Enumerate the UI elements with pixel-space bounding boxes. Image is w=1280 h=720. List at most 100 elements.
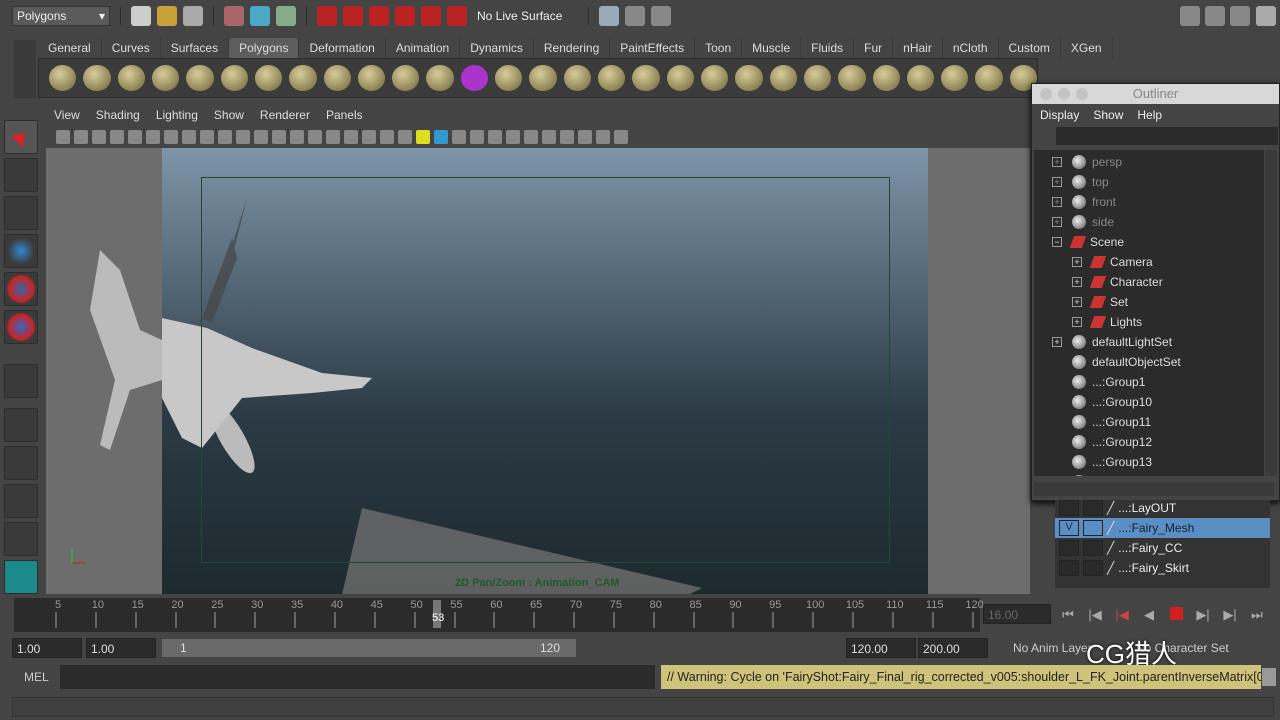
tab-curves[interactable]: Curves: [102, 38, 161, 58]
viewport-toolbar-icon[interactable]: [398, 130, 412, 144]
shelf-tool-icon[interactable]: [838, 65, 866, 91]
outliner-menu-show[interactable]: Show: [1093, 108, 1123, 122]
outliner-item[interactable]: ...:Group1: [1034, 372, 1264, 392]
tab-polygons[interactable]: Polygons: [229, 38, 300, 58]
viewport-toolbar-icon[interactable]: [434, 130, 448, 144]
layer-row[interactable]: ╱ ...:Fairy_Skirt: [1055, 558, 1270, 578]
shelf-tool-icon[interactable]: [769, 65, 797, 91]
attribute-editor-icon[interactable]: [1205, 6, 1225, 26]
viewport-toolbar-icon[interactable]: [56, 130, 70, 144]
layer-visibility-toggle[interactable]: V: [1059, 520, 1079, 536]
shelf-menu-button[interactable]: [14, 40, 36, 98]
make-live-icon[interactable]: [421, 6, 441, 26]
command-input[interactable]: [60, 665, 655, 689]
viewport-toolbar-icon[interactable]: [380, 130, 394, 144]
tab-animation[interactable]: Animation: [386, 38, 461, 58]
shelf-tool-icon[interactable]: [426, 65, 454, 91]
snap-point-icon[interactable]: [369, 6, 389, 26]
tab-nhair[interactable]: nHair: [893, 38, 943, 58]
viewport-toolbar-icon[interactable]: [452, 130, 466, 144]
shelf-tool-icon[interactable]: [357, 65, 386, 91]
viewport-menu-renderer[interactable]: Renderer: [260, 108, 310, 122]
viewport-toolbar-icon[interactable]: [182, 130, 196, 144]
outliner-item[interactable]: + defaultLightSet: [1034, 332, 1264, 352]
viewport-toolbar-icon[interactable]: [488, 130, 502, 144]
expand-toggle-icon[interactable]: +: [1052, 197, 1062, 207]
render-icon[interactable]: [599, 6, 620, 26]
viewport-toolbar-icon[interactable]: [146, 130, 160, 144]
tab-dynamics[interactable]: Dynamics: [460, 38, 534, 58]
layer-row[interactable]: ╱ ...:Fairy_CC: [1055, 538, 1270, 558]
layer-row[interactable]: ╱ ...:LayOUT: [1055, 498, 1270, 518]
shelf-tool-icon[interactable]: [220, 65, 248, 91]
paint-select-tool-icon[interactable]: [4, 196, 38, 230]
move-tool-icon[interactable]: [4, 234, 38, 268]
viewport-toolbar-icon[interactable]: [596, 130, 610, 144]
current-time-field[interactable]: 16.00: [983, 604, 1051, 624]
tab-fur[interactable]: Fur: [854, 38, 894, 58]
viewport-menu-lighting[interactable]: Lighting: [156, 108, 198, 122]
viewport-menu-panels[interactable]: Panels: [326, 108, 363, 122]
shelf-tool-icon[interactable]: [975, 65, 1003, 91]
viewport-toolbar-icon[interactable]: [236, 130, 250, 144]
step-forward-frame-button[interactable]: ▶|: [1193, 607, 1213, 623]
select-object-icon[interactable]: [250, 6, 270, 26]
viewport-toolbar-icon[interactable]: [506, 130, 520, 144]
tab-custom[interactable]: Custom: [999, 38, 1061, 58]
expand-toggle-icon[interactable]: +: [1052, 177, 1062, 187]
outliner-item[interactable]: + Lights: [1034, 312, 1264, 332]
tab-fluids[interactable]: Fluids: [801, 38, 855, 58]
outliner-item[interactable]: ...:Group14: [1034, 472, 1264, 476]
outliner-search-input[interactable]: [1056, 127, 1278, 145]
anim-layer-dropdown[interactable]: No Anim Layer: [1013, 641, 1092, 655]
viewport-toolbar-icon[interactable]: [74, 130, 88, 144]
outliner-menu-display[interactable]: Display: [1040, 108, 1079, 122]
channel-box-icon[interactable]: [1180, 6, 1200, 26]
shelf-tool-icon[interactable]: [529, 65, 557, 91]
viewport-toolbar-icon[interactable]: [416, 130, 430, 144]
viewport-toolbar-icon[interactable]: [254, 130, 268, 144]
last-tool-icon[interactable]: [4, 364, 38, 398]
tab-rendering[interactable]: Rendering: [534, 38, 611, 58]
outliner-item[interactable]: defaultObjectSet: [1034, 352, 1264, 372]
viewport-toolbar-icon[interactable]: [362, 130, 376, 144]
expand-toggle-icon[interactable]: +: [1072, 257, 1082, 267]
layer-visibility-toggle[interactable]: [1059, 500, 1079, 516]
save-icon[interactable]: [183, 6, 203, 26]
scale-tool-icon[interactable]: [4, 310, 38, 344]
viewport-toolbar-icon[interactable]: [92, 130, 106, 144]
shelf-tool-icon[interactable]: [872, 65, 900, 91]
layer-row[interactable]: V ╱ ...:Fairy_Mesh: [1055, 518, 1270, 538]
open-folder-icon[interactable]: [157, 6, 177, 26]
tab-surfaces[interactable]: Surfaces: [161, 38, 230, 58]
tool-settings-icon[interactable]: [1230, 6, 1250, 26]
outliner-item[interactable]: + Camera: [1034, 252, 1264, 272]
viewport-toolbar-icon[interactable]: [542, 130, 556, 144]
shelf-tool-icon[interactable]: [666, 65, 694, 91]
new-scene-icon[interactable]: [131, 6, 151, 26]
single-perspective-layout-icon[interactable]: [4, 408, 38, 442]
tab-muscle[interactable]: Muscle: [742, 38, 802, 58]
outliner-item[interactable]: + front: [1034, 192, 1264, 212]
viewport-toolbar-icon[interactable]: [326, 130, 340, 144]
ipr-render-icon[interactable]: [625, 6, 646, 26]
render-settings-icon[interactable]: [651, 6, 672, 26]
step-back-frame-button[interactable]: |◀: [1112, 607, 1132, 623]
layer-type-toggle[interactable]: [1083, 540, 1103, 556]
select-hierarchy-icon[interactable]: [224, 6, 244, 26]
play-backward-button[interactable]: ◀: [1139, 607, 1159, 623]
select-component-icon[interactable]: [276, 6, 296, 26]
viewport-toolbar-icon[interactable]: [524, 130, 538, 144]
viewport-toolbar-icon[interactable]: [110, 130, 124, 144]
outliner-item[interactable]: + side: [1034, 212, 1264, 232]
viewport-toolbar-icon[interactable]: [128, 130, 142, 144]
shelf-tool-icon[interactable]: [392, 65, 420, 91]
outliner-item[interactable]: + persp: [1034, 152, 1264, 172]
outliner-item[interactable]: + top: [1034, 172, 1264, 192]
tab-painteffects[interactable]: PaintEffects: [610, 38, 696, 58]
snap-view-plane-icon[interactable]: [395, 6, 415, 26]
shelf-tool-icon[interactable]: [803, 65, 832, 91]
four-view-layout-icon[interactable]: [4, 446, 38, 480]
shelf-tool-icon[interactable]: [941, 65, 969, 91]
shelf-tool-icon[interactable]: [563, 65, 591, 91]
